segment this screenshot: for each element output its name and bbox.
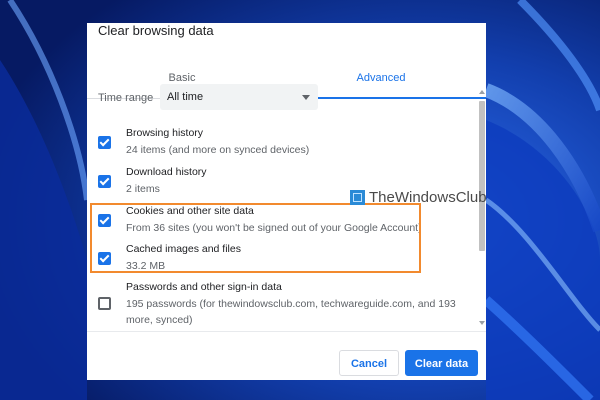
item-title: Passwords and other sign-in data <box>126 281 282 293</box>
item-title: Browsing history <box>126 127 204 139</box>
item-subtitle: 24 items (and more on synced devices) <box>126 144 310 156</box>
time-range-label: Time range <box>98 92 154 104</box>
download-history-checkbox[interactable] <box>98 175 111 188</box>
thewindowsclub-logo-icon <box>350 190 365 205</box>
scroll-down-arrow-icon[interactable] <box>479 321 485 325</box>
scrollbar-thumb[interactable] <box>479 101 485 251</box>
time-range-value: All time <box>167 91 204 103</box>
dialog-title: Clear browsing data <box>98 23 214 38</box>
item-title: Cached images and files <box>126 243 241 255</box>
cancel-button[interactable]: Cancel <box>339 350 399 376</box>
item-subtitle: 33.2 MB <box>126 260 166 272</box>
clear-data-button[interactable]: Clear data <box>405 350 478 376</box>
cookies-checkbox[interactable] <box>98 214 111 227</box>
item-title: Cookies and other site data <box>126 205 254 217</box>
item-subtitle: From 36 sites (you won't be signed out o… <box>126 222 422 234</box>
watermark-text: TheWindowsClub <box>369 189 487 206</box>
item-title: Download history <box>126 166 207 178</box>
browsing-history-checkbox[interactable] <box>98 136 111 149</box>
time-range-select[interactable]: All time <box>160 84 318 110</box>
item-subtitle: more, synced) <box>126 314 193 326</box>
footer-divider <box>87 331 486 332</box>
passwords-checkbox[interactable] <box>98 297 111 310</box>
item-subtitle: 195 passwords (for thewindowsclub.com, t… <box>126 298 456 310</box>
item-subtitle: 2 items <box>126 183 160 195</box>
scroll-up-arrow-icon[interactable] <box>479 90 485 94</box>
watermark: TheWindowsClub <box>350 189 487 206</box>
cached-images-checkbox[interactable] <box>98 252 111 265</box>
dropdown-arrow-icon <box>302 95 310 100</box>
